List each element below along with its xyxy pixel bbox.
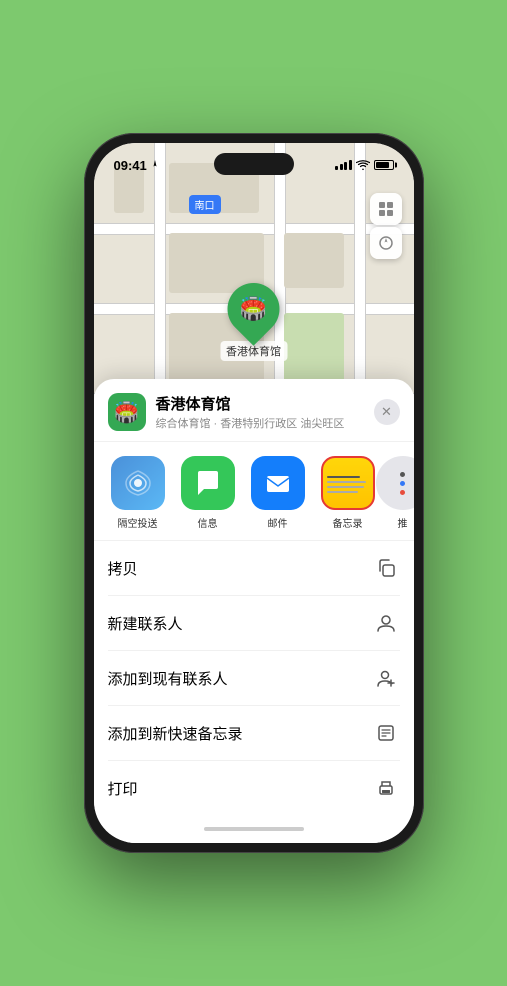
mail-icon [251,456,305,510]
venue-icon: 🏟️ [108,393,146,431]
notes-icon [321,456,375,510]
venue-info: 香港体育馆 综合体育馆 · 香港特别行政区 油尖旺区 [156,393,374,431]
wifi-icon [356,160,370,171]
copy-icon [372,554,400,582]
action-add-existing-label: 添加到现有联系人 [108,668,228,689]
stadium-marker: 🏟️ 香港体育馆 [220,283,287,361]
venue-name: 香港体育馆 [156,393,374,414]
location-button[interactable] [370,227,402,259]
print-icon [372,774,400,802]
venue-subtitle: 综合体育馆 · 香港特别行政区 油尖旺区 [156,415,374,431]
map-type-icon [378,201,394,217]
location-icon [150,160,160,170]
bottom-sheet: 🏟️ 香港体育馆 综合体育馆 · 香港特别行政区 油尖旺区 ✕ [94,379,414,843]
share-notes[interactable]: 备忘录 [318,456,378,530]
compass-icon [379,236,393,250]
battery-icon [374,160,394,170]
share-airdrop[interactable]: 隔空投送 [108,456,168,530]
status-time: 09:41 [114,158,147,173]
person-add-icon [372,664,400,692]
mail-label: 邮件 [268,515,288,530]
person-icon [372,609,400,637]
close-button[interactable]: ✕ [374,399,400,425]
sheet-header: 🏟️ 香港体育馆 综合体育馆 · 香港特别行政区 油尖旺区 ✕ [94,379,414,442]
signal-bars [335,160,352,170]
quick-note-icon [372,719,400,747]
action-copy-label: 拷贝 [108,558,138,579]
more-icon [376,456,414,510]
map-entrance-label: 南口 [189,195,221,214]
action-add-existing-contact[interactable]: 添加到现有联系人 [108,651,400,706]
airdrop-icon [111,456,165,510]
share-more[interactable]: 推 [388,456,414,530]
share-row: 隔空投送 信息 [94,442,414,541]
dynamic-island [214,153,294,175]
map-type-button[interactable] [370,193,402,225]
action-add-quick-note[interactable]: 添加到新快速备忘录 [108,706,400,761]
action-list: 拷贝 新建联系人 [94,541,414,815]
home-indicator [94,815,414,843]
action-copy[interactable]: 拷贝 [108,541,400,596]
share-mail[interactable]: 邮件 [248,456,308,530]
phone-frame: 09:41 [84,133,424,853]
messages-label: 信息 [198,515,218,530]
share-messages[interactable]: 信息 [178,456,238,530]
action-print[interactable]: 打印 [108,761,400,815]
more-label: 推 [398,515,408,530]
status-icons [335,160,394,171]
airdrop-label: 隔空投送 [118,515,158,530]
action-new-contact-label: 新建联系人 [108,613,183,634]
map-controls [370,193,402,259]
action-add-quick-note-label: 添加到新快速备忘录 [108,723,243,744]
action-print-label: 打印 [108,778,138,799]
phone-screen: 09:41 [94,143,414,843]
messages-icon [181,456,235,510]
notes-label: 备忘录 [333,515,363,530]
action-new-contact[interactable]: 新建联系人 [108,596,400,651]
